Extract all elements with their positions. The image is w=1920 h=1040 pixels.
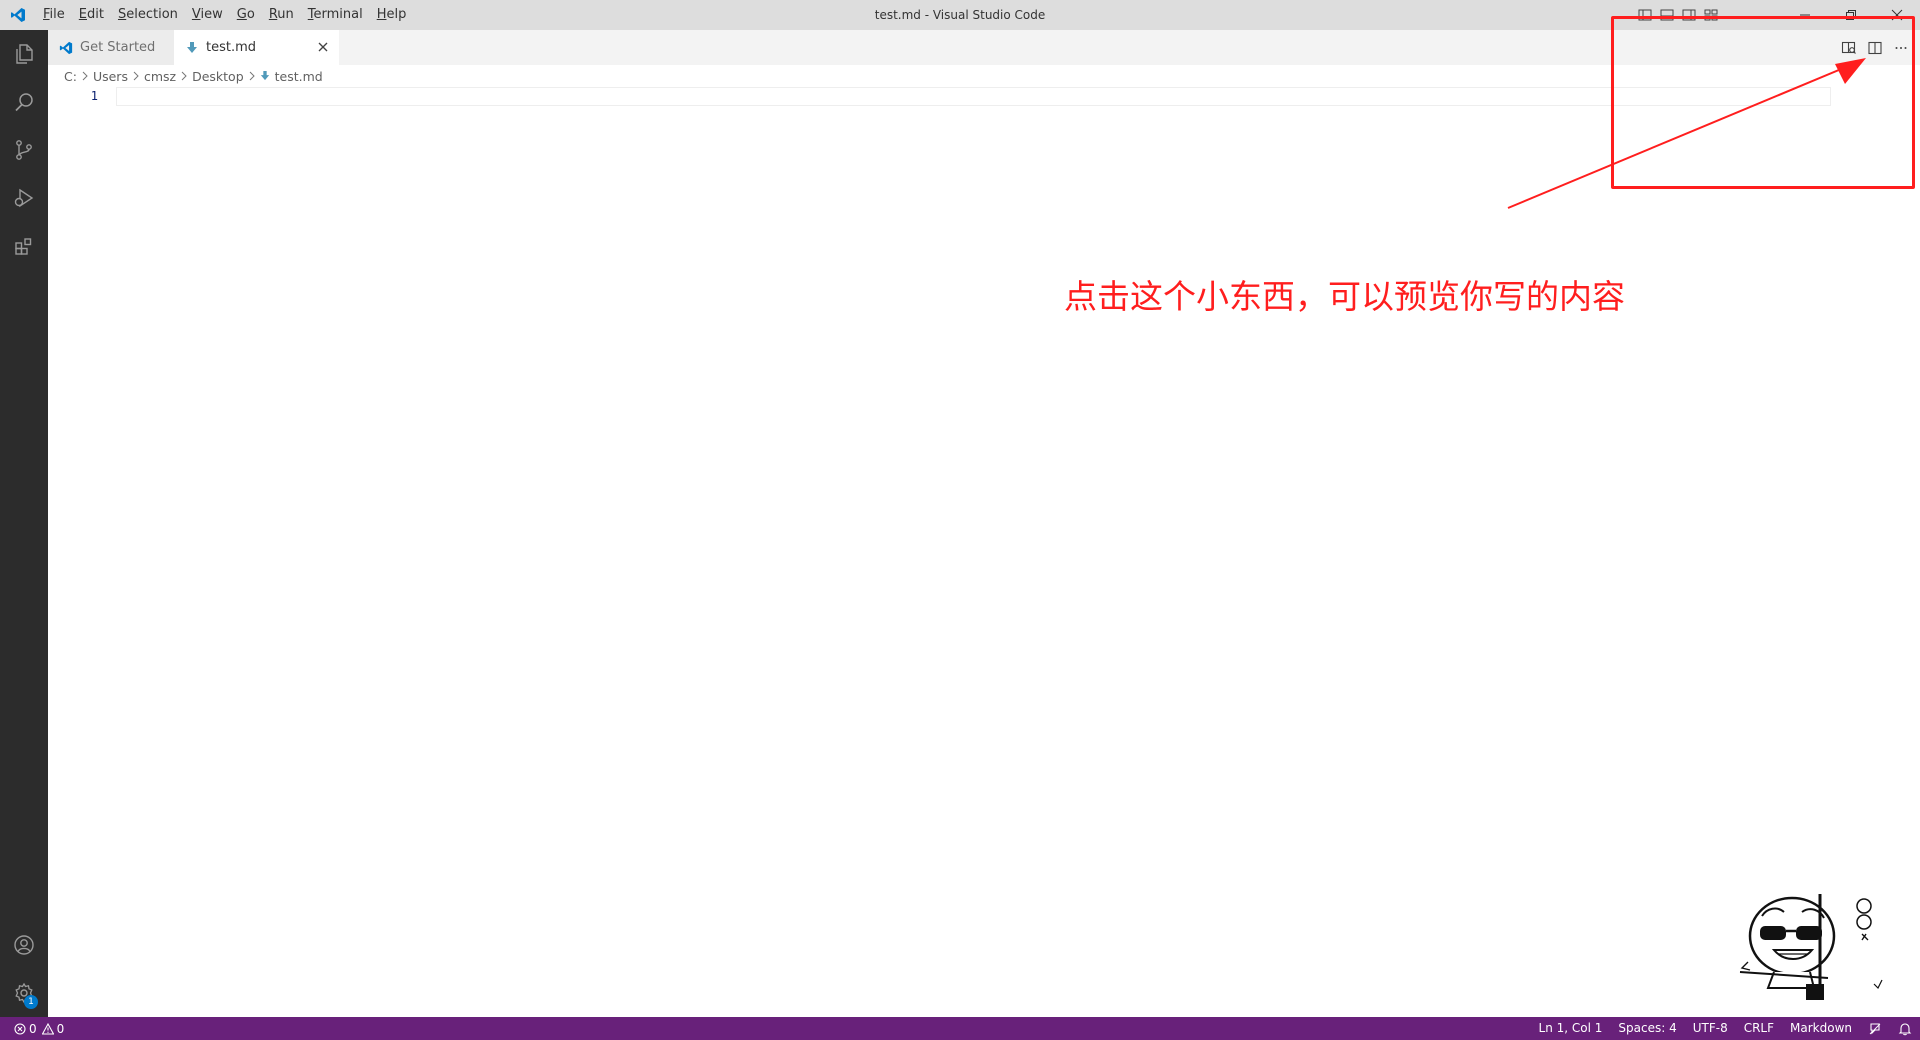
settings-badge: 1: [24, 995, 38, 1009]
annotation-highlight-box: [1611, 16, 1915, 189]
menu-file[interactable]: File: [36, 0, 72, 30]
encoding[interactable]: UTF-8: [1685, 1017, 1736, 1040]
status-bar: 0 0 Ln 1, Col 1 Spaces: 4 UTF-8 CRLF Mar…: [0, 1017, 1920, 1040]
chevron-right-icon: [248, 71, 256, 81]
tab-get-started[interactable]: Get Started: [48, 30, 174, 65]
annotation-text: 点击这个小东西，可以预览你写的内容: [1064, 277, 1625, 316]
activity-bar-bottom: 1: [0, 921, 48, 1017]
tab-label: Get Started: [80, 40, 156, 55]
breadcrumb-item[interactable]: Users: [93, 69, 128, 84]
markdown-icon: [260, 70, 270, 82]
activity-bar: 1: [0, 30, 48, 1017]
line-number: 1: [90, 89, 98, 103]
menu-help[interactable]: Help: [370, 0, 414, 30]
problems-indicator[interactable]: 0 0: [0, 1022, 64, 1036]
menu-bar: File Edit Selection View Go Run Terminal…: [36, 0, 413, 30]
sunglasses-sticker-icon: [1739, 894, 1883, 1000]
chevron-right-icon: [132, 71, 140, 81]
breadcrumb-item[interactable]: C:: [64, 69, 77, 84]
current-line-highlight[interactable]: [116, 87, 1831, 106]
notifications-bell-icon[interactable]: [1890, 1022, 1920, 1036]
extensions-icon[interactable]: [0, 222, 48, 270]
editor-area[interactable]: 1: [48, 87, 1920, 1017]
status-bar-right: Ln 1, Col 1 Spaces: 4 UTF-8 CRLF Markdow…: [1531, 1017, 1920, 1040]
menu-go[interactable]: Go: [230, 0, 262, 30]
markdown-icon: [184, 40, 200, 56]
menu-terminal[interactable]: Terminal: [301, 0, 370, 30]
error-count: 0: [29, 1021, 37, 1036]
menu-edit[interactable]: Edit: [72, 0, 111, 30]
warning-count: 0: [56, 1021, 65, 1036]
feedback-icon[interactable]: [1860, 1022, 1890, 1036]
language-mode[interactable]: Markdown: [1782, 1017, 1860, 1040]
breadcrumb-file-label: test.md: [274, 68, 323, 84]
source-control-icon[interactable]: [0, 126, 48, 174]
tab-test-md[interactable]: test.md: [174, 30, 339, 65]
chevron-right-icon: [81, 71, 89, 81]
menu-view[interactable]: View: [185, 0, 230, 30]
menu-selection[interactable]: Selection: [111, 0, 185, 30]
cursor-position[interactable]: Ln 1, Col 1: [1531, 1017, 1611, 1040]
run-debug-icon[interactable]: [0, 174, 48, 222]
vscode-logo-icon: [0, 0, 36, 30]
explorer-icon[interactable]: [0, 30, 48, 78]
breadcrumb-item[interactable]: Desktop: [192, 69, 244, 84]
end-of-line[interactable]: CRLF: [1736, 1017, 1782, 1040]
vscode-logo-icon: [58, 40, 74, 56]
indentation[interactable]: Spaces: 4: [1610, 1017, 1684, 1040]
breadcrumb-file[interactable]: test.md: [260, 69, 323, 84]
error-icon: [14, 1022, 26, 1035]
accounts-icon[interactable]: [0, 921, 48, 969]
warning-icon: [41, 1022, 54, 1035]
tab-label: test.md: [206, 40, 257, 55]
search-icon[interactable]: [0, 78, 48, 126]
breadcrumb-item[interactable]: cmsz: [144, 69, 176, 84]
menu-run[interactable]: Run: [262, 0, 301, 30]
manage-gear-icon[interactable]: 1: [0, 969, 48, 1017]
chevron-right-icon: [180, 71, 188, 81]
close-tab-icon[interactable]: [315, 39, 331, 55]
